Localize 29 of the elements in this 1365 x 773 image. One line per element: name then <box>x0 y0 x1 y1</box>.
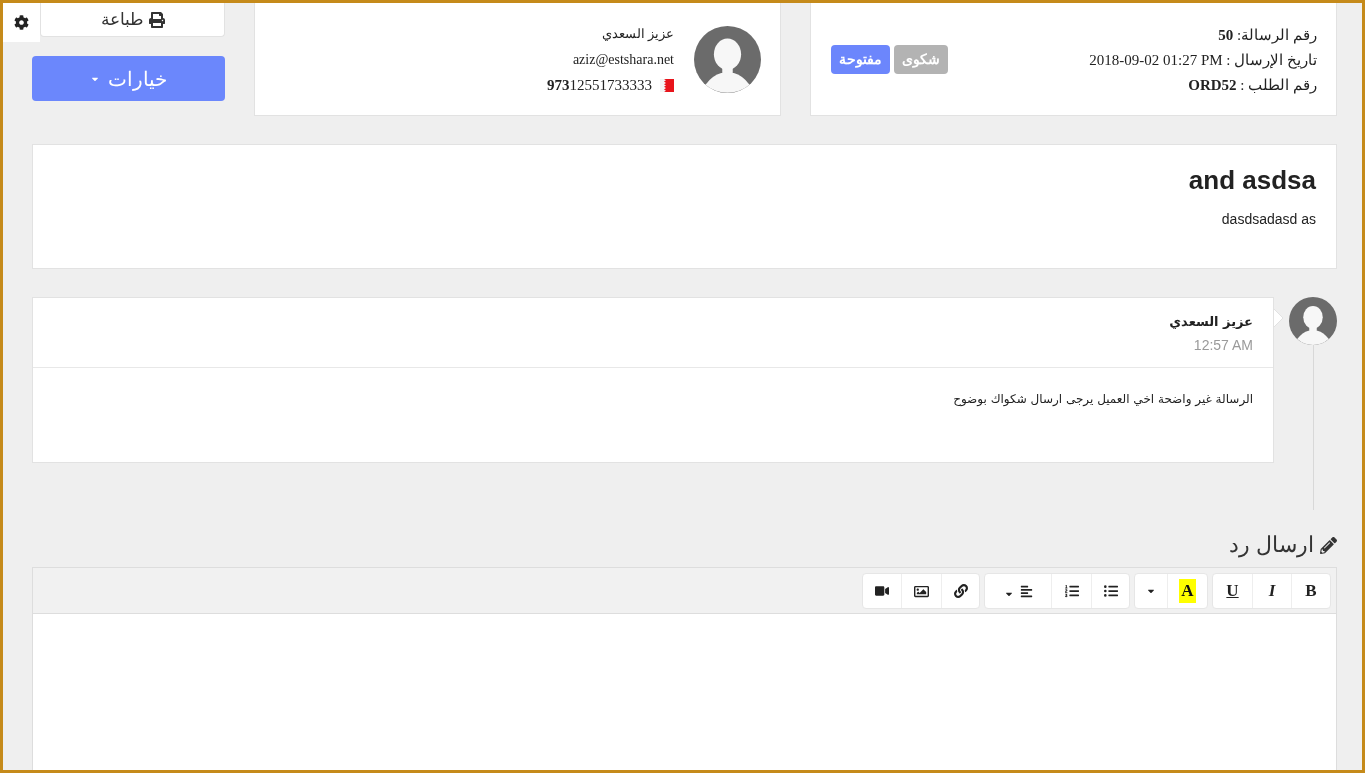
customer-email: aziz@estshara.net <box>572 51 674 69</box>
printer-icon <box>148 11 165 28</box>
reply-heading: ارسال رد <box>1228 531 1314 560</box>
ticket-tag: مفتوحة <box>831 44 890 74</box>
comment-text: الرسالة غير واضحة اخي العميل يرجى ارسال شكواك بوضوح <box>953 391 1253 408</box>
numbered-list-icon <box>1064 584 1079 598</box>
align-icon <box>1019 584 1033 598</box>
settings-button[interactable] <box>3 3 40 42</box>
flag-icon <box>660 78 674 92</box>
video-camera-icon <box>875 584 889 598</box>
comment-author: عزيز السعدي <box>1169 313 1253 331</box>
subject-title: and asdsa <box>1188 164 1316 197</box>
bullet-list-icon <box>1103 584 1118 598</box>
customer-phone: 97312551733333 <box>547 76 652 95</box>
italic-button[interactable]: I <box>1252 574 1291 608</box>
subject-body: dasdsadasd as <box>1221 210 1316 228</box>
print-button[interactable]: طباعة <box>40 3 225 37</box>
bold-button[interactable]: B <box>1291 574 1330 608</box>
image-icon <box>914 583 929 599</box>
highlight-button[interactable]: A <box>1167 574 1207 608</box>
link-icon <box>953 584 968 598</box>
underline-button[interactable]: U <box>1213 574 1252 608</box>
avatar-icon <box>694 25 761 93</box>
pencil-icon <box>1320 536 1337 554</box>
ticket-tag: شكوى <box>894 44 948 74</box>
customer-name: عزيز السعدي <box>601 25 674 43</box>
avatar-icon <box>1289 297 1337 345</box>
settings-icon <box>14 15 29 30</box>
comment-time: 12:57 AM <box>1193 336 1253 355</box>
